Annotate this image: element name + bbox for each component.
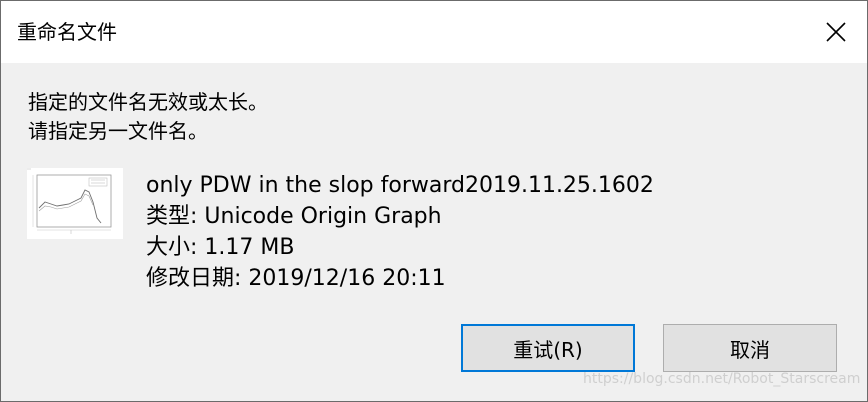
message-line-1: 指定的文件名无效或太长。	[28, 90, 268, 114]
file-info: only PDW in the slop forward2019.11.25.1…	[146, 170, 654, 294]
file-name: only PDW in the slop forward2019.11.25.1…	[146, 173, 654, 198]
message-line-2: 请指定另一文件名。	[28, 119, 208, 143]
retry-button[interactable]: 重试(R)	[461, 324, 635, 372]
file-modified-date: 修改日期: 2019/12/16 20:11	[146, 266, 446, 291]
close-icon	[826, 22, 846, 42]
file-size: 大小: 1.17 MB	[146, 235, 295, 260]
cancel-button[interactable]: 取消	[663, 324, 837, 372]
graph-thumbnail-icon	[27, 168, 112, 234]
close-button[interactable]	[805, 1, 867, 63]
file-thumbnail	[27, 168, 123, 239]
title-bar: 重命名文件	[1, 1, 867, 63]
file-type: 类型: Unicode Origin Graph	[146, 204, 442, 229]
rename-file-dialog: 重命名文件 指定的文件名无效或太长。 请指定另一文件名。 only PDW in…	[0, 0, 868, 402]
dialog-title: 重命名文件	[17, 20, 117, 44]
watermark: https://blog.csdn.net/Robot_Starscream	[583, 371, 861, 387]
error-message: 指定的文件名无效或太长。 请指定另一文件名。	[28, 88, 268, 146]
